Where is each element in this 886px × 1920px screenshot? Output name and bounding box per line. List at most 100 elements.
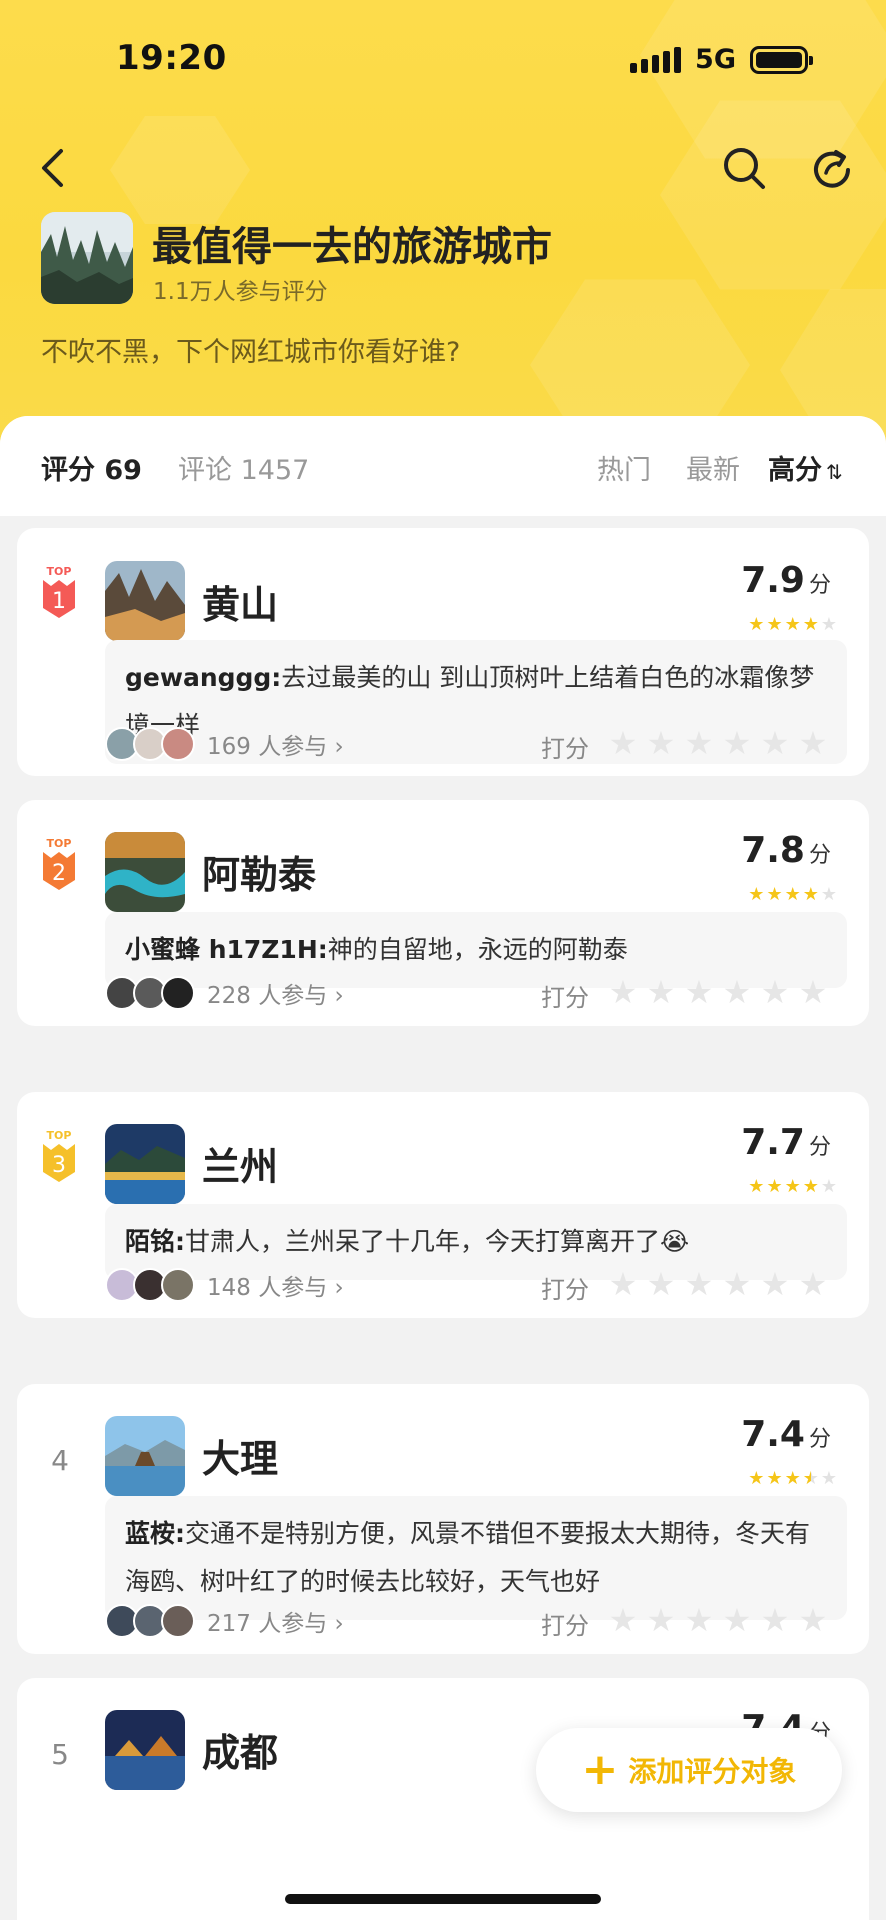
add-rating-object-button[interactable]: + 添加评分对象 [536, 1728, 842, 1812]
sort-high-label: 高分 [768, 455, 822, 486]
city-name: 大理 [202, 1437, 279, 1481]
star-icon: ★ [820, 1468, 837, 1489]
sort-hot[interactable]: 热门 [597, 448, 651, 487]
badge-top-text: TOP [47, 565, 72, 578]
topic-thumbnail [41, 212, 133, 304]
star-icon: ★ [802, 614, 819, 635]
city-thumbnail [105, 832, 185, 912]
score-stars: ★★★★★ [748, 616, 837, 634]
star-icon: ★ [802, 884, 819, 905]
score-stars: ★★★★★ [748, 886, 837, 904]
avatar [161, 1604, 195, 1638]
star-icon: ★ [784, 614, 801, 635]
rate-stars[interactable]: ★ ★ ★ ★ ★ ★ [607, 1268, 829, 1300]
participants-row[interactable]: 148 人参与 › [105, 1268, 344, 1302]
city-name: 阿勒泰 [202, 853, 317, 897]
sort-order-icon: ⇅ [826, 460, 843, 484]
star-icon: ★ [748, 614, 765, 635]
star-icon: ★ [748, 884, 765, 905]
star-icon: ★ [766, 614, 783, 635]
star-icon: ★ [748, 1468, 765, 1489]
city-name: 黄山 [202, 583, 279, 627]
ranking-panel: 评分 69 评论 1457 热门 最新 高分 ⇅ TOP 1 黄山 7.9 分 ★ ★… [0, 416, 886, 1920]
badge-rank-number: 2 [52, 861, 66, 886]
score-unit: 分 [808, 1427, 831, 1452]
topic-title: 最值得一去的旅游城市 [152, 224, 552, 270]
status-time: 19:20 [116, 38, 227, 78]
share-icon[interactable] [806, 140, 858, 196]
back-arrow-icon[interactable] [30, 140, 74, 196]
city-name: 成都 [202, 1731, 279, 1775]
star-icon: ★ [748, 1176, 765, 1197]
participants-row[interactable]: 169 人参与 › [105, 727, 344, 761]
star-icon: ★ [784, 884, 801, 905]
score: 7.7 分 [741, 1122, 831, 1163]
comment-user: 蓝桉: [125, 1519, 185, 1548]
comment-text: 交通不是特别方便，风景不错但不要报太大期待，冬天有海鸥、树叶红了的时候去比较好，… [125, 1519, 811, 1596]
topic-description: 不吹不黑，下个网红城市你看好谁? [41, 337, 461, 368]
top-rank-badge-icon: TOP 3 [39, 1128, 79, 1188]
badge-rank-number: 3 [52, 1153, 66, 1178]
topic-participants: 1.1万人参与评分 [153, 279, 328, 305]
ranking-card[interactable]: TOP 3 兰州 7.7 分 ★ ★ ★ ★ ★ 陌铭:甘肃人，兰州呆了十几年，今天打算离… [17, 1092, 869, 1318]
score: 7.8 分 [741, 830, 831, 871]
rate-label: 打分 [541, 735, 589, 763]
plus-icon: + [581, 1744, 619, 1795]
tab-score[interactable]: 评分 69 [41, 448, 142, 487]
rate-stars[interactable]: ★ ★ ★ ★ ★ ★ [607, 976, 829, 1008]
star-icon: ★ [802, 1176, 819, 1197]
search-icon[interactable] [718, 140, 770, 196]
score-unit: 分 [808, 1135, 831, 1160]
star-icon: ★ [820, 884, 837, 905]
score: 7.4分 [741, 1414, 831, 1455]
score-unit: 分 [808, 843, 831, 868]
star-icon: ★ [766, 1176, 783, 1197]
star-icon: ★ [784, 1468, 801, 1489]
tab-comment[interactable]: 评论 1457 [178, 448, 309, 487]
city-thumbnail [105, 561, 185, 641]
sort-high[interactable]: 高分 ⇅ [768, 448, 843, 487]
participants-count: 217 人参与 › [207, 1611, 344, 1637]
tab-bar: 评分 69 评论 1457 热门 最新 高分 ⇅ [0, 416, 886, 516]
star-icon: ★ [766, 1468, 783, 1489]
sort-new[interactable]: 最新 [686, 448, 740, 487]
topic-header: 19:20 5G 最值得一去的旅游城市 1.1万人参与评分 不吹不黑，下个网红城… [0, 0, 886, 460]
comment-text: 甘肃人，兰州呆了十几年，今天打算离开了😭 [185, 1227, 690, 1256]
score-stars: ★★★★★ [748, 1178, 837, 1196]
city-thumbnail [105, 1124, 185, 1204]
rate-stars[interactable]: ★ ★ ★ ★ ★ ★ [607, 727, 829, 759]
avatar [161, 727, 195, 761]
comment-text: 神的自留地，永远的阿勒泰 [327, 935, 628, 964]
score-stars: ★★★★★ [748, 1470, 837, 1488]
avatar [161, 976, 195, 1010]
rate-label: 打分 [541, 984, 589, 1012]
ranking-card[interactable]: TOP 2 阿勒泰 7.8 分 ★ ★ ★ ★ ★ 小蜜蜂 h17Z1H:神的自留地，永远… [17, 800, 869, 1026]
top-rank-badge-icon: TOP 1 [39, 564, 79, 624]
participants-count: 169 人参与 › [207, 734, 344, 760]
score-value: 7.7 [741, 1122, 805, 1163]
top-rank-badge-icon: TOP 2 [39, 836, 79, 896]
network-label: 5G [695, 44, 736, 75]
city-thumbnail [105, 1710, 185, 1790]
participants-row[interactable]: 217 人参与 › [105, 1604, 344, 1638]
rate-stars[interactable]: ★ ★ ★ ★ ★ ★ [607, 1604, 829, 1636]
star-icon: ★ [820, 614, 837, 635]
comment-user: 陌铭: [125, 1227, 185, 1256]
score-unit: 分 [808, 573, 831, 598]
star-icon: ★ [766, 884, 783, 905]
ranking-card[interactable]: TOP 1 黄山 7.9 分 ★ ★ ★ ★ ★ gewanggg:去过最美的山 到山顶树… [17, 528, 869, 776]
score-value: 7.9 [741, 560, 805, 601]
ranking-card[interactable]: 4 大理 7.4 分 ★ ★ ★ ★ ★ 蓝桉:交通不是特别方便，风景不错但不要报太大期待… [17, 1384, 869, 1654]
decorative-hexagon [110, 116, 250, 224]
score-value: 7.4 [741, 1414, 805, 1455]
add-rating-object-label: 添加评分对象 [628, 1755, 797, 1788]
badge-rank-number: 1 [52, 589, 66, 614]
badge-top-text: TOP [47, 837, 72, 850]
rate-label: 打分 [541, 1612, 589, 1640]
participants-count: 148 人参与 › [207, 1275, 344, 1301]
city-thumbnail [105, 1416, 185, 1496]
star-icon: ★ [784, 1176, 801, 1197]
participants-row[interactable]: 228 人参与 › [105, 976, 344, 1010]
participants-count: 228 人参与 › [207, 983, 344, 1009]
battery-icon [750, 45, 813, 74]
